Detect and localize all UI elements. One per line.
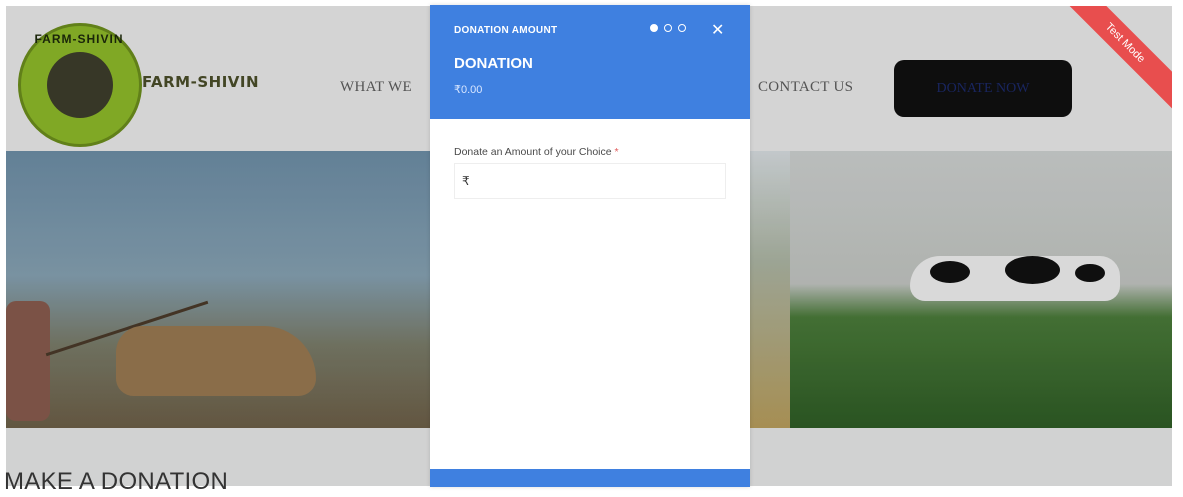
- amount-input[interactable]: [469, 165, 725, 197]
- test-mode-label: Test Mode: [1058, 6, 1172, 113]
- currency-symbol: ₹: [462, 174, 470, 188]
- amount-field-label-text: Donate an Amount of your Choice: [454, 146, 612, 158]
- donation-modal: DONATION AMOUNT ✕ DONATION ₹0.00 Donate …: [430, 5, 750, 487]
- amount-display: ₹0.00: [454, 84, 483, 96]
- modal-footer-bar: [430, 469, 750, 487]
- modal-title: DONATION: [454, 55, 533, 72]
- step-dot-3: [678, 24, 686, 32]
- required-marker: *: [614, 146, 619, 158]
- step-indicator: [650, 24, 686, 32]
- step-dot-1: [650, 24, 658, 32]
- section-heading: MAKE A DONATION: [4, 468, 229, 495]
- page: FARM-SHIVIN FARM-SHIVIN WHAT WE CONTACT …: [0, 0, 1183, 497]
- close-icon[interactable]: ✕: [711, 20, 724, 39]
- step-dot-2: [664, 24, 672, 32]
- amount-field-label: Donate an Amount of your Choice *: [454, 146, 619, 158]
- step-label: DONATION AMOUNT: [454, 25, 558, 36]
- test-mode-ribbon: Test Mode: [1058, 6, 1172, 120]
- amount-field[interactable]: ₹: [454, 163, 726, 199]
- modal-header: DONATION AMOUNT ✕ DONATION ₹0.00: [430, 5, 750, 119]
